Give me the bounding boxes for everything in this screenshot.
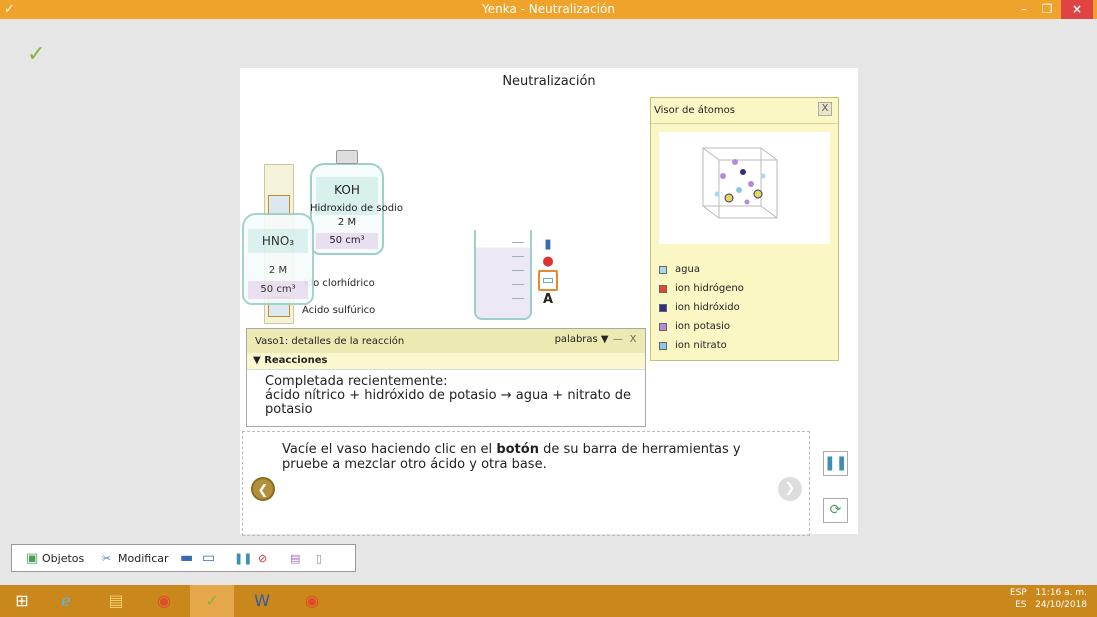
legend-label: ion hidróxido	[675, 302, 740, 313]
indicator-icon[interactable]: ●	[538, 253, 558, 270]
hno3-volume: 50 cm³	[248, 281, 308, 299]
beaker-tick	[512, 298, 524, 299]
instruction-text: Vacíe el vaso haciendo clic en el botón …	[282, 442, 741, 472]
legend-row: ion potasio	[659, 317, 829, 336]
legend-label: ion hidrógeno	[675, 283, 744, 294]
pause-button[interactable]: ❚❚	[823, 451, 848, 476]
pause-toolbar-icon[interactable]: ❚❚	[234, 550, 252, 568]
hno3-formula: HNO₃	[248, 229, 308, 253]
legend-row: ion nitrato	[659, 336, 829, 355]
beaker-tick	[512, 284, 524, 285]
reaction-status: Completada recientemente:	[265, 374, 448, 389]
legend-row: ion hidróxido	[659, 298, 829, 317]
save-icon[interactable]: ▬	[180, 550, 193, 568]
windows-taskbar: ⊞ ℯ ▤ ◉ ✓ W ◉ ESP 11:16 a. m. ES 24/10/2…	[0, 585, 1097, 617]
words-dropdown[interactable]: palabras ▼	[555, 334, 609, 345]
cube-edges	[702, 147, 778, 219]
atom-legend: agua ion hidrógeno ion hidróxido ion potasi…	[659, 260, 829, 355]
internet-explorer-icon[interactable]: ℯ	[44, 585, 88, 617]
chrome-icon[interactable]: ◉	[142, 585, 186, 617]
reactions-section[interactable]: ▼ Reacciones	[247, 353, 645, 370]
chrome-icon-2[interactable]: ◉	[290, 585, 334, 617]
atom-cube-svg	[702, 147, 778, 219]
legend-row: agua	[659, 260, 829, 279]
beaker-toolbar: ▮ ● ▭ A	[538, 236, 558, 308]
text-label-icon[interactable]: A	[538, 291, 558, 308]
file-explorer-icon[interactable]: ▤	[94, 585, 138, 617]
legend-swatch	[659, 322, 667, 331]
minimize-button[interactable]: –	[1013, 0, 1035, 19]
hno3-bottle[interactable]: HNO₃ 2 M 50 cm³	[242, 213, 314, 305]
reaction-panel-controls: palabras ▼ — X	[555, 334, 639, 345]
chart-icon[interactable]: ▤	[290, 550, 300, 568]
objects-icon[interactable]: ▣	[26, 550, 38, 568]
trash-icon[interactable]: ▯	[316, 550, 322, 568]
thermometer-icon[interactable]: ▮	[538, 236, 558, 253]
empty-beaker-icon[interactable]: ▭	[538, 270, 558, 291]
previous-step-button[interactable]: ❮	[251, 477, 275, 501]
save-as-icon[interactable]: ▭	[202, 550, 215, 568]
koh-name: Hidroxido de sodio	[310, 203, 403, 214]
legend-swatch	[659, 284, 667, 293]
koh-concentration: 2 M	[337, 217, 357, 228]
atom-viewer-close-button[interactable]: X	[818, 102, 832, 116]
legend-swatch	[659, 341, 667, 350]
yenka-logo-icon: ✓	[27, 42, 46, 67]
reaction-details-panel: Vaso1: detalles de la reacción palabras …	[246, 328, 646, 427]
instruction-panel: Vacíe el vaso haciendo clic en el botón …	[242, 431, 810, 536]
yenka-taskbar-icon[interactable]: ✓	[190, 585, 234, 617]
reactions-section-label: Reacciones	[264, 355, 328, 366]
bottom-toolbar: ▣ Objetos ✂ Modificar ▬ ▭ ❚❚ ⊘ ▤ ▯	[11, 544, 356, 572]
legend-label: agua	[675, 264, 700, 275]
hno3-concentration: 2 M	[268, 265, 288, 276]
legend-swatch	[659, 265, 667, 274]
title-bar: ✓ Yenka - Neutralización – ❐ ×	[0, 0, 1097, 19]
acid-label-hcl: ido clorhídrico	[304, 278, 375, 289]
minimize-panel-icon[interactable]: —	[612, 334, 624, 345]
legend-row: ion hidrógeno	[659, 279, 829, 298]
reaction-panel-header: Vaso1: detalles de la reacción palabras …	[247, 329, 645, 353]
atom-viewer-title: Visor de átomos	[651, 98, 838, 124]
tray-language-time: ESP 11:16 a. m.	[1009, 588, 1087, 598]
acid-label-h2so4: Ácido sulfúrico	[302, 305, 376, 316]
reaction-text: Completada recientemente: ácido nítrico …	[247, 370, 645, 417]
next-step-button[interactable]: ❯	[778, 477, 802, 501]
koh-bottle[interactable]: KOH Hidroxido de sodio 2 M 50 cm³	[310, 150, 403, 255]
system-tray: ESP 11:16 a. m. ES 24/10/2018	[1010, 587, 1087, 611]
triangle-down-icon: ▼	[253, 355, 261, 366]
no-entry-icon[interactable]: ⊘	[258, 550, 267, 568]
word-icon[interactable]: W	[240, 585, 284, 617]
legend-label: ion nitrato	[675, 340, 727, 351]
close-button[interactable]: ×	[1061, 0, 1093, 19]
beaker[interactable]	[474, 230, 532, 320]
koh-volume: 50 cm³	[316, 233, 378, 249]
close-panel-icon[interactable]: X	[627, 334, 639, 345]
windows-start-icon[interactable]: ⊞	[0, 585, 44, 617]
beaker-tick	[512, 242, 524, 243]
beaker-tick	[512, 256, 524, 257]
maximize-button[interactable]: ❐	[1036, 0, 1058, 19]
stage-title: Neutralización	[502, 74, 596, 89]
modify-button[interactable]: Modificar	[118, 550, 169, 568]
reaction-equation: ácido nítrico + hidróxido de potasio → a…	[265, 388, 632, 417]
bottle-cap	[336, 150, 358, 164]
refresh-button[interactable]: ⟳	[823, 498, 848, 523]
rack-flask-icon[interactable]	[268, 195, 290, 215]
scissors-icon[interactable]: ✂	[102, 550, 111, 568]
legend-label: ion potasio	[675, 321, 731, 332]
molecules	[714, 159, 766, 205]
window-title: Yenka - Neutralización	[482, 2, 615, 16]
objects-button[interactable]: Objetos	[42, 550, 84, 568]
legend-swatch	[659, 303, 667, 312]
atom-viewer-panel: Visor de átomos X agua ion hidrógeno ion…	[650, 97, 839, 361]
beaker-tick	[512, 270, 524, 271]
reaction-panel-title: Vaso1: detalles de la reacción	[255, 336, 405, 347]
tray-language-date: ES 24/10/2018	[1015, 600, 1087, 610]
atom-3d-view[interactable]	[659, 132, 830, 244]
